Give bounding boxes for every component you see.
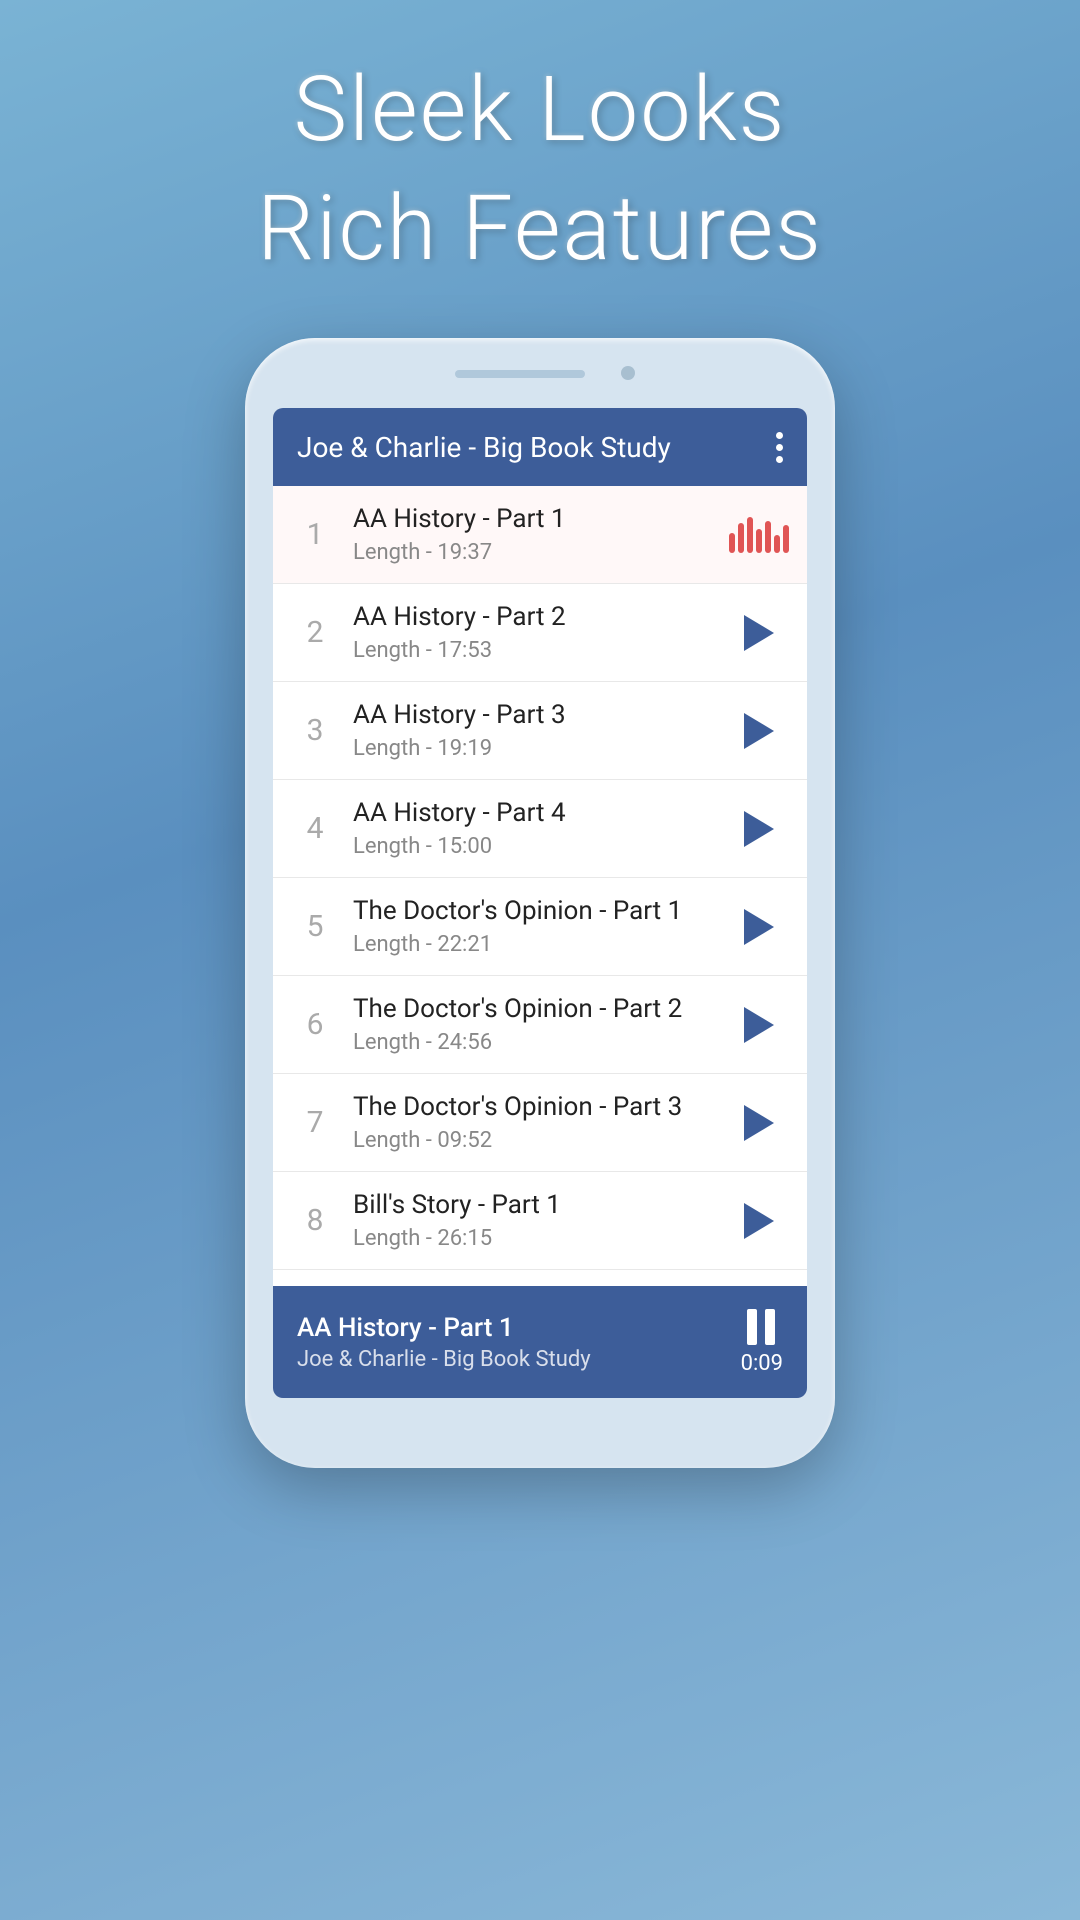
phone-mockup: Joe & Charlie - Big Book Study 1AA Histo… (245, 338, 835, 1468)
dot2 (776, 444, 783, 451)
track-info: AA History - Part 1 Length - 19:37 (337, 504, 731, 564)
play-button[interactable] (744, 811, 774, 847)
phone-screen: Joe & Charlie - Big Book Study 1AA Histo… (273, 408, 807, 1398)
app-title: Joe & Charlie - Big Book Study (297, 431, 776, 464)
track-info: Bill's Story - Part 1 Length - 26:15 (337, 1190, 731, 1250)
track-title: The Doctor's Opinion - Part 2 (353, 994, 731, 1025)
track-number: 1 (293, 517, 337, 552)
play-button[interactable] (744, 615, 774, 651)
track-title: AA History - Part 3 (353, 700, 731, 731)
track-item[interactable]: 5 The Doctor's Opinion - Part 1 Length - 2… (273, 878, 807, 976)
hero-line1: Sleek Looks (257, 60, 823, 159)
play-button[interactable] (744, 1105, 774, 1141)
track-action[interactable] (731, 909, 787, 945)
track-title: The Doctor's Opinion - Part 1 (353, 896, 731, 927)
waveform-icon (729, 517, 789, 553)
playback-time: 0:09 (741, 1351, 783, 1376)
track-number: 3 (293, 713, 337, 748)
track-action[interactable] (731, 1203, 787, 1239)
dot1 (776, 432, 783, 439)
track-info: AA History - Part 4 Length - 15:00 (337, 798, 731, 858)
track-number: 6 (293, 1007, 337, 1042)
now-playing-controls: 0:09 (741, 1309, 783, 1376)
track-action[interactable] (731, 1007, 787, 1043)
hero-line2: Rich Features (257, 179, 823, 278)
track-item[interactable]: 8 Bill's Story - Part 1 Length - 26:15 (273, 1172, 807, 1270)
track-info: AA History - Part 2 Length - 17:53 (337, 602, 731, 662)
track-info: The Doctor's Opinion - Part 2 Length - 24… (337, 994, 731, 1054)
track-duration: Length - 19:37 (353, 540, 731, 565)
play-button[interactable] (744, 1203, 774, 1239)
track-item[interactable]: 6 The Doctor's Opinion - Part 2 Length - 2… (273, 976, 807, 1074)
track-duration: Length - 22:21 (353, 932, 731, 957)
track-duration: Length - 26:15 (353, 1226, 731, 1251)
now-playing-bar: AA History - Part 1 Joe & Charlie - Big … (273, 1286, 807, 1398)
play-button[interactable] (744, 1007, 774, 1043)
track-action[interactable] (731, 811, 787, 847)
track-number: 4 (293, 811, 337, 846)
track-duration: Length - 17:53 (353, 638, 731, 663)
track-action[interactable] (731, 1105, 787, 1141)
more-options-button[interactable] (776, 432, 783, 463)
track-number: 8 (293, 1203, 337, 1238)
play-button[interactable] (744, 713, 774, 749)
track-number: 2 (293, 615, 337, 650)
track-info: The Doctor's Opinion - Part 3 Length - 09… (337, 1092, 731, 1152)
track-title: AA History - Part 2 (353, 602, 731, 633)
track-title: AA History - Part 4 (353, 798, 731, 829)
track-action[interactable] (731, 615, 787, 651)
track-info: AA History - Part 3 Length - 19:19 (337, 700, 731, 760)
app-header: Joe & Charlie - Big Book Study (273, 408, 807, 486)
now-playing-info: AA History - Part 1 Joe & Charlie - Big … (297, 1313, 741, 1372)
pause-button[interactable] (747, 1309, 775, 1345)
dot3 (776, 456, 783, 463)
track-title: Bill's Story - Part 1 (353, 1190, 731, 1221)
track-info: The Doctor's Opinion - Part 1 Length - 22… (337, 896, 731, 956)
track-item[interactable]: 7 The Doctor's Opinion - Part 3 Length - 0… (273, 1074, 807, 1172)
track-title: The Doctor's Opinion - Part 3 (353, 1092, 731, 1123)
now-playing-title: AA History - Part 1 (297, 1313, 741, 1343)
play-button[interactable] (744, 909, 774, 945)
track-item[interactable]: 3 AA History - Part 3 Length - 19:19 (273, 682, 807, 780)
track-action[interactable] (731, 713, 787, 749)
hero-section: Sleek Looks Rich Features (257, 60, 823, 278)
now-playing-subtitle: Joe & Charlie - Big Book Study (297, 1347, 741, 1372)
track-list: 1AA History - Part 1Length - 19:372AA Hi… (273, 486, 807, 1286)
track-duration: Length - 19:19 (353, 736, 731, 761)
track-item[interactable]: 4 AA History - Part 4 Length - 15:00 (273, 780, 807, 878)
track-duration: Length - 09:52 (353, 1128, 731, 1153)
track-action[interactable] (731, 517, 787, 553)
track-item[interactable]: 9Bill's Story - Part 2Length - 25:17 (273, 1270, 807, 1286)
track-number: 5 (293, 909, 337, 944)
track-title: AA History - Part 1 (353, 504, 731, 535)
track-item[interactable]: 1 AA History - Part 1 Length - 19:37 (273, 486, 807, 584)
track-number: 7 (293, 1105, 337, 1140)
track-duration: Length - 24:56 (353, 1030, 731, 1055)
track-duration: Length - 15:00 (353, 834, 731, 859)
pause-bar-right (765, 1309, 775, 1345)
track-item[interactable]: 2 AA History - Part 2 Length - 17:53 (273, 584, 807, 682)
pause-bar-left (747, 1309, 757, 1345)
